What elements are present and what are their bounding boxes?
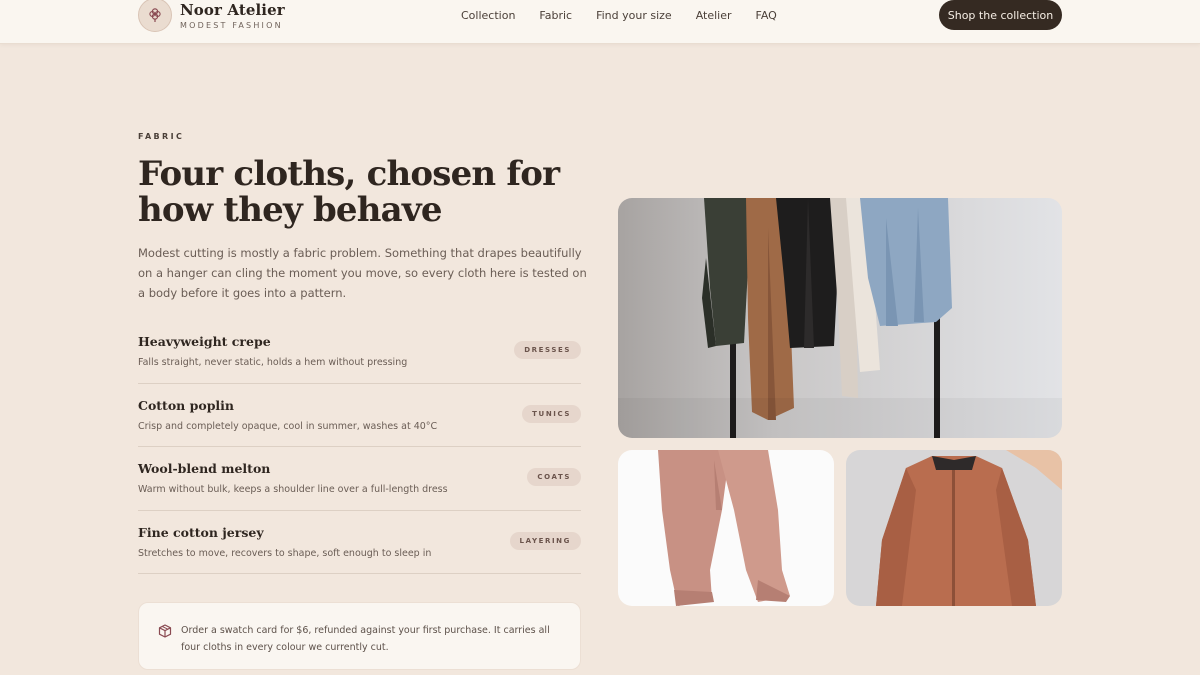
- bomber-jacket-photo: [846, 450, 1062, 606]
- brand-logo[interactable]: Noor Atelier MODEST FASHION: [138, 0, 285, 32]
- nav-link-atelier[interactable]: Atelier: [696, 9, 732, 23]
- section-eyebrow: FABRIC: [138, 132, 185, 141]
- fabric-tag: DRESSES: [514, 341, 581, 359]
- fabric-name: Wool-blend melton: [138, 461, 271, 476]
- fabric-description: Crisp and completely opaque, cool in sum…: [138, 420, 438, 432]
- flower-icon: [138, 0, 172, 32]
- fabric-tag: LAYERING: [509, 531, 581, 550]
- fabric-item: Heavyweight crepe Falls straight, never …: [138, 320, 581, 384]
- fabric-item: Cotton poplin Crisp and completely opaqu…: [138, 384, 581, 447]
- section-intro: Modest cutting is mostly a fabric proble…: [138, 246, 587, 300]
- box-icon: [158, 623, 172, 642]
- main-nav: Collection Fabric Find your size Atelier…: [461, 9, 777, 23]
- section-title: Four cloths, chosen for how they behave: [138, 154, 560, 230]
- swatch-card-text: Order a swatch card for $6, refunded aga…: [181, 625, 550, 653]
- swatch-card-note: Order a swatch card for $6, refunded aga…: [138, 602, 581, 670]
- fabric-description: Falls straight, never static, holds a he…: [138, 357, 408, 368]
- fabric-list: Heavyweight crepe Falls straight, never …: [138, 320, 581, 574]
- fabric-item: Fine cotton jersey Stretches to move, re…: [138, 511, 581, 574]
- fabric-tag: COATS: [527, 468, 581, 486]
- nav-link-collection[interactable]: Collection: [461, 9, 515, 23]
- clothing-rack-photo: [618, 198, 1062, 438]
- shop-collection-button[interactable]: Shop the collection: [939, 0, 1062, 30]
- fabric-name: Cotton poplin: [138, 397, 235, 413]
- fabric-tag: TUNICS: [522, 404, 581, 423]
- nav-link-find-your-size[interactable]: Find your size: [596, 9, 672, 23]
- fabric-description: Stretches to move, recovers to shape, so…: [138, 547, 432, 559]
- pink-trousers-photo: [618, 450, 834, 606]
- brand-tagline: MODEST FASHION: [180, 21, 283, 30]
- fabric-description: Warm without bulk, keeps a shoulder line…: [138, 484, 448, 495]
- fabric-item: Wool-blend melton Warm without bulk, kee…: [138, 447, 581, 511]
- site-header: Noor Atelier MODEST FASHION Collection F…: [0, 0, 1200, 44]
- nav-link-faq[interactable]: FAQ: [756, 9, 777, 23]
- nav-link-fabric[interactable]: Fabric: [539, 9, 572, 23]
- brand-name: Noor Atelier: [180, 1, 285, 19]
- fabric-name: Heavyweight crepe: [138, 334, 271, 349]
- fabric-name: Fine cotton jersey: [138, 524, 264, 540]
